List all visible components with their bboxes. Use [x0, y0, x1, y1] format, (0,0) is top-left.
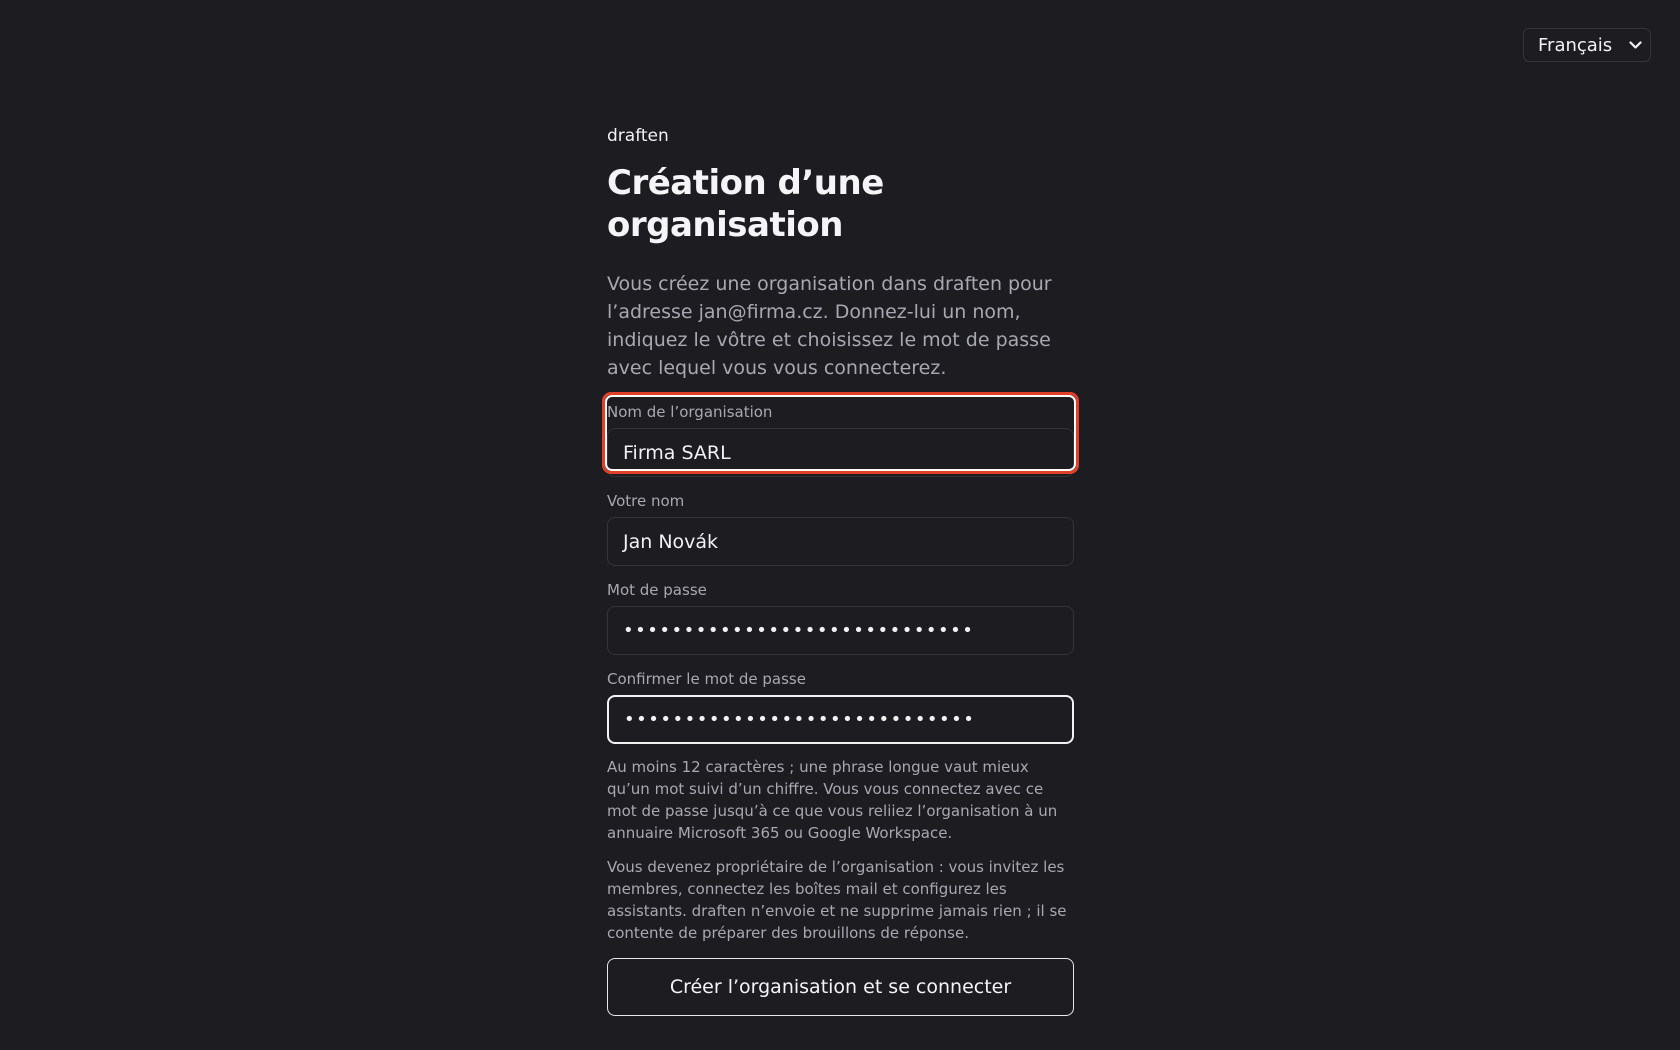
language-select[interactable]: Français [1523, 28, 1651, 62]
intro-text: Vous créez une organisation dans draften… [607, 273, 1052, 379]
brand-name: draften [607, 126, 669, 146]
password-label: Mot de passe [607, 581, 707, 599]
signup-page: Français draften Création d’une organisa… [0, 0, 1680, 1050]
your-name-field: Votre nom Jan Novák [607, 491, 1074, 566]
confirm-password-input[interactable]: ••••••••••••••••••••••••••••• [607, 695, 1074, 744]
create-organization-button[interactable]: Créer l’organisation et se connecter [607, 958, 1074, 1016]
organization-name-field: Nom de l’organisation Firma SARL [602, 392, 1079, 477]
organization-name-input[interactable]: Firma SARL [607, 428, 1074, 477]
confirm-password-field: Confirmer le mot de passe ••••••••••••••… [607, 669, 1074, 744]
confirm-password-label: Confirmer le mot de passe [607, 670, 806, 688]
password-hint: Au moins 12 caractères ; une phrase long… [607, 758, 1058, 842]
your-name-label: Votre nom [607, 492, 685, 510]
page-title: Création d’une organisation [607, 163, 884, 245]
your-name-input[interactable]: Jan Novák [607, 517, 1074, 566]
signup-form: draften Création d’une organisation Vous… [602, 122, 1079, 1016]
password-field: Mot de passe •••••••••••••••••••••••••••… [607, 580, 1074, 655]
owner-note: Vous devenez propriétaire de l’organisat… [607, 858, 1067, 942]
language-select-value: Français [1538, 34, 1613, 56]
password-input[interactable]: ••••••••••••••••••••••••••••• [607, 606, 1074, 655]
organization-name-label: Nom de l’organisation [607, 403, 773, 421]
chevron-down-icon [1628, 38, 1642, 52]
